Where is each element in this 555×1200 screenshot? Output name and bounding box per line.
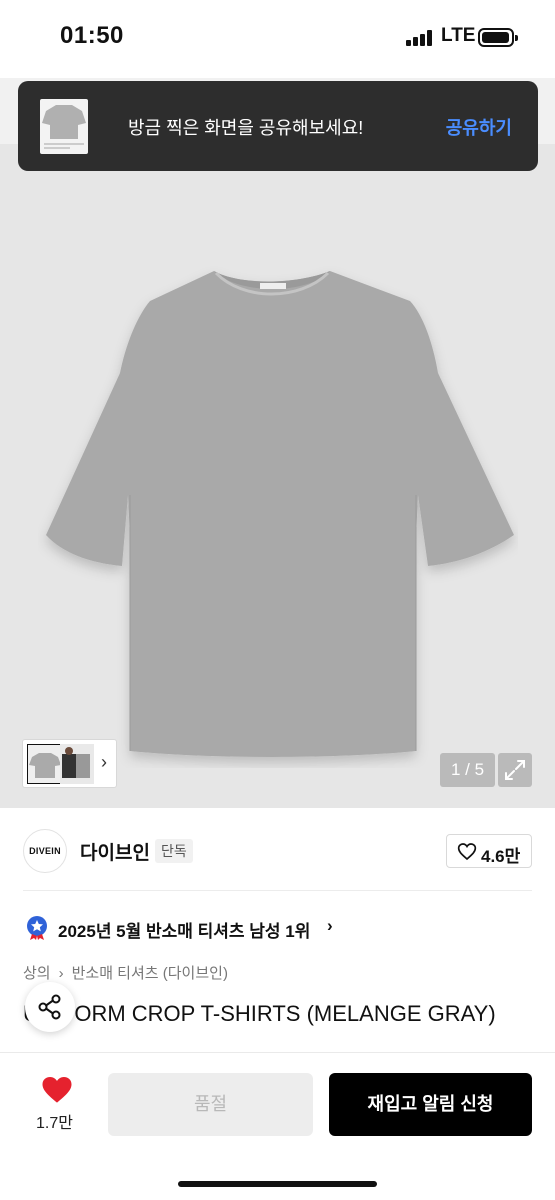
status-bar: 01:50 LTE xyxy=(0,0,555,78)
share-toast: 방금 찍은 화면을 공유해보세요! 공유하기 xyxy=(18,81,538,171)
home-indicator[interactable] xyxy=(178,1181,377,1187)
ranking-badge-icon xyxy=(27,916,47,940)
share-now-button[interactable]: 공유하기 xyxy=(446,114,512,140)
screenshot-thumbnail xyxy=(40,99,88,154)
chevron-right-icon: › xyxy=(327,916,333,935)
toast-message: 방금 찍은 화면을 공유해보세요! xyxy=(128,118,364,138)
brand-like-button[interactable]: 4.6만 xyxy=(446,834,532,868)
product-image-gallery[interactable] xyxy=(0,78,555,808)
product-image xyxy=(46,271,514,757)
thumbnail-2[interactable] xyxy=(60,744,94,784)
wish-count: 1.7만 xyxy=(36,1115,73,1132)
product-title: UNIFORM CROP T-SHIRTS (MELANGE GRAY) xyxy=(23,1001,496,1026)
heart-filled-icon[interactable] xyxy=(41,1075,73,1104)
breadcrumb-item-subcategory[interactable]: 반소매 티셔츠 (다이브인) xyxy=(72,965,228,982)
ranking-link[interactable]: 2025년 5월 반소매 티셔츠 남성 1위 xyxy=(58,917,310,942)
image-counter: 1 / 5 xyxy=(440,753,495,787)
battery-icon xyxy=(478,28,518,47)
share-button[interactable] xyxy=(25,982,75,1032)
share-icon xyxy=(38,994,61,1020)
heart-outline-icon xyxy=(457,843,477,861)
exclusive-badge: 단독 xyxy=(155,839,193,863)
soldout-button: 품절 xyxy=(108,1073,313,1136)
breadcrumb-separator: › xyxy=(58,965,64,982)
expand-image-button[interactable] xyxy=(498,753,532,787)
divider xyxy=(23,890,532,891)
chevron-right-icon: › xyxy=(101,752,107,772)
breadcrumb: 상의 › 반소매 티셔츠 (다이브인) xyxy=(23,962,228,983)
network-label: LTE xyxy=(441,25,476,46)
bottom-action-bar: 1.7만 품절 재입고 알림 신청 xyxy=(0,1052,555,1200)
breadcrumb-item-category[interactable]: 상의 xyxy=(23,965,51,982)
status-time: 01:50 xyxy=(60,22,124,49)
signal-icon xyxy=(406,30,434,46)
brand-like-count: 4.6만 xyxy=(481,847,521,866)
brand-logo[interactable]: DIVEIN xyxy=(23,829,67,873)
brand-name[interactable]: 다이브인 xyxy=(80,838,150,865)
thumbnail-strip[interactable]: › xyxy=(22,739,117,788)
expand-icon xyxy=(505,760,525,780)
restock-alert-button[interactable]: 재입고 알림 신청 xyxy=(329,1073,532,1136)
thumbnail-1[interactable] xyxy=(27,744,61,784)
